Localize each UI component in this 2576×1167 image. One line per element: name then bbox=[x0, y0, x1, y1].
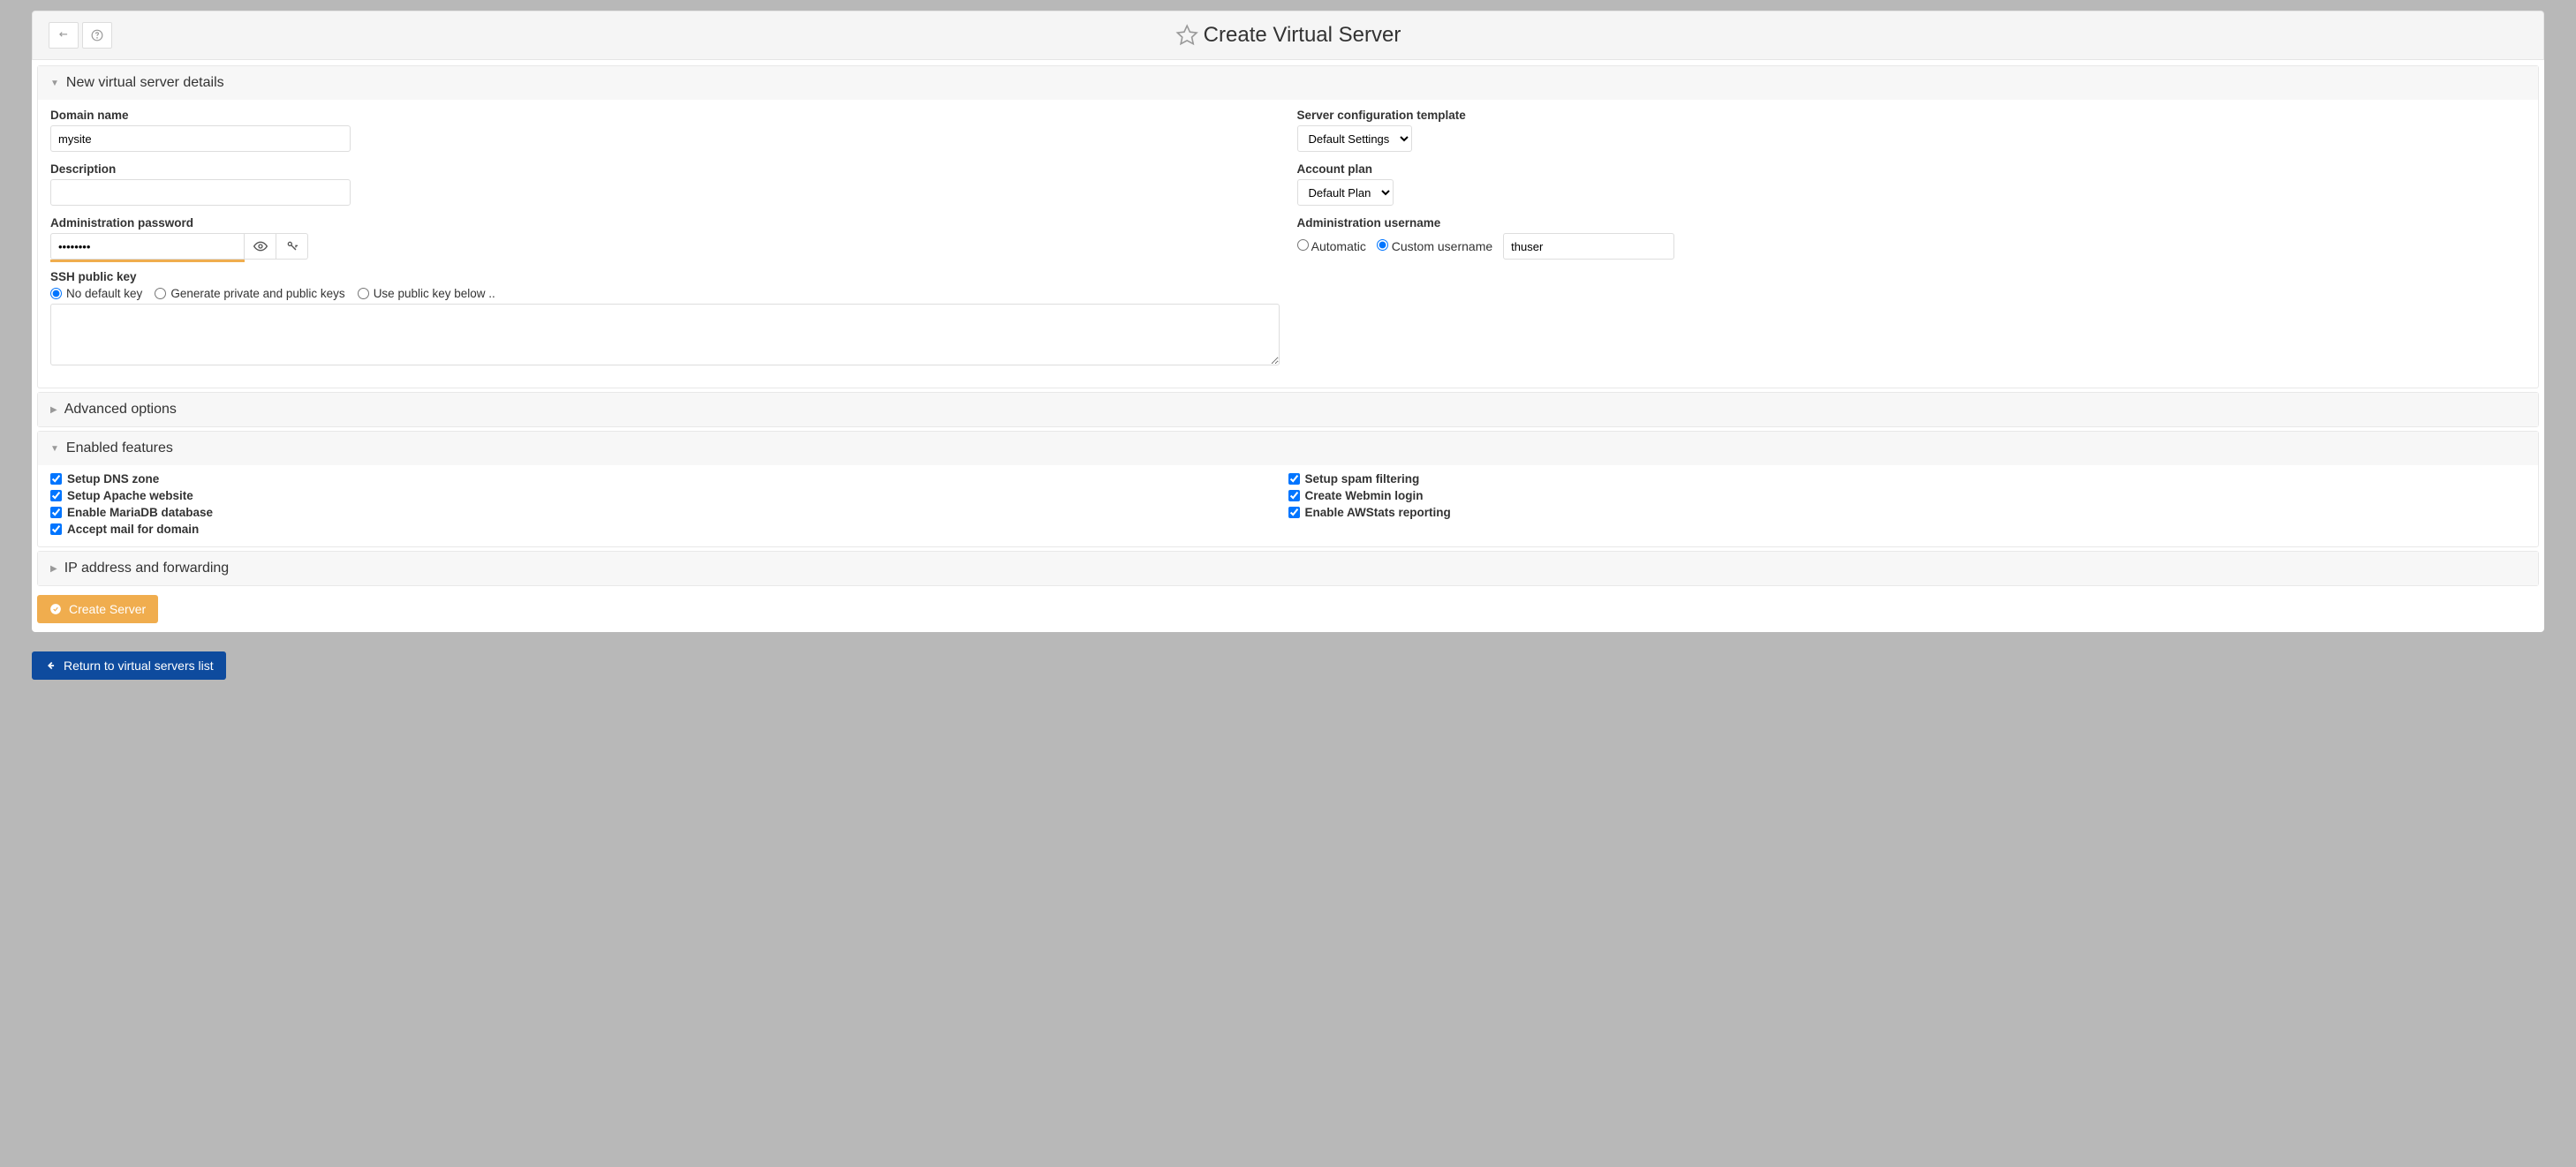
ssh-generate-radio[interactable]: Generate private and public keys bbox=[155, 287, 344, 300]
star-icon bbox=[1175, 24, 1198, 47]
template-label: Server configuration template bbox=[1297, 109, 2527, 122]
panel-features-title: Enabled features bbox=[66, 440, 173, 456]
feature-webmin[interactable]: Create Webmin login bbox=[1288, 489, 2527, 502]
panel-ip-header[interactable]: ▶ IP address and forwarding bbox=[38, 552, 2538, 585]
feature-dns[interactable]: Setup DNS zone bbox=[50, 472, 1288, 486]
page-header: Create Virtual Server bbox=[32, 11, 2544, 60]
panel-advanced: ▶ Advanced options bbox=[37, 392, 2539, 427]
check-circle-icon bbox=[49, 603, 62, 615]
panel-ip: ▶ IP address and forwarding bbox=[37, 551, 2539, 586]
ssh-none-radio[interactable]: No default key bbox=[50, 287, 142, 300]
chevron-down-icon: ▼ bbox=[50, 79, 59, 88]
back-arrow-icon bbox=[57, 29, 70, 41]
username-custom-radio[interactable]: Custom username bbox=[1377, 239, 1492, 253]
help-button[interactable] bbox=[82, 22, 112, 49]
username-label: Administration username bbox=[1297, 216, 2527, 230]
feature-mail[interactable]: Accept mail for domain bbox=[50, 523, 1288, 536]
plan-select[interactable]: Default Plan bbox=[1297, 179, 1394, 206]
chevron-right-icon: ▶ bbox=[50, 405, 57, 415]
domain-label: Domain name bbox=[50, 109, 1280, 122]
generate-password-button[interactable] bbox=[276, 233, 308, 260]
username-input[interactable] bbox=[1503, 233, 1674, 260]
feature-spam[interactable]: Setup spam filtering bbox=[1288, 472, 2527, 486]
back-button[interactable] bbox=[49, 22, 79, 49]
key-icon bbox=[285, 239, 299, 253]
arrow-left-icon bbox=[44, 659, 57, 672]
domain-input[interactable] bbox=[50, 125, 351, 152]
description-input[interactable] bbox=[50, 179, 351, 206]
password-input[interactable] bbox=[50, 233, 245, 260]
ssh-textarea[interactable] bbox=[50, 304, 1280, 365]
panel-details: ▼ New virtual server details Domain name… bbox=[37, 65, 2539, 388]
eye-icon bbox=[253, 239, 268, 253]
panel-advanced-header[interactable]: ▶ Advanced options bbox=[38, 393, 2538, 426]
chevron-down-icon: ▼ bbox=[50, 444, 59, 454]
panel-features-header[interactable]: ▼ Enabled features bbox=[38, 432, 2538, 465]
page-title: Create Virtual Server bbox=[1204, 23, 1401, 48]
panel-features: ▼ Enabled features Setup DNS zone Setup … bbox=[37, 431, 2539, 547]
panel-details-title: New virtual server details bbox=[66, 75, 224, 91]
template-select[interactable]: Default Settings bbox=[1297, 125, 1412, 152]
feature-apache[interactable]: Setup Apache website bbox=[50, 489, 1288, 502]
panel-details-header[interactable]: ▼ New virtual server details bbox=[38, 66, 2538, 100]
chevron-right-icon: ▶ bbox=[50, 564, 57, 574]
plan-label: Account plan bbox=[1297, 162, 2527, 176]
username-auto-radio[interactable]: Automatic bbox=[1297, 239, 1366, 253]
content-card: ▼ New virtual server details Domain name… bbox=[32, 60, 2544, 632]
return-button[interactable]: Return to virtual servers list bbox=[32, 651, 226, 680]
ssh-use-radio[interactable]: Use public key below .. bbox=[358, 287, 495, 300]
panel-advanced-title: Advanced options bbox=[64, 402, 177, 418]
show-password-button[interactable] bbox=[245, 233, 276, 260]
panel-ip-title: IP address and forwarding bbox=[64, 561, 229, 576]
description-label: Description bbox=[50, 162, 1280, 176]
ssh-label: SSH public key bbox=[50, 270, 1280, 283]
password-label: Administration password bbox=[50, 216, 1280, 230]
create-server-button[interactable]: Create Server bbox=[37, 595, 158, 623]
help-icon bbox=[91, 29, 103, 41]
feature-awstats[interactable]: Enable AWStats reporting bbox=[1288, 506, 2527, 519]
feature-mariadb[interactable]: Enable MariaDB database bbox=[50, 506, 1288, 519]
